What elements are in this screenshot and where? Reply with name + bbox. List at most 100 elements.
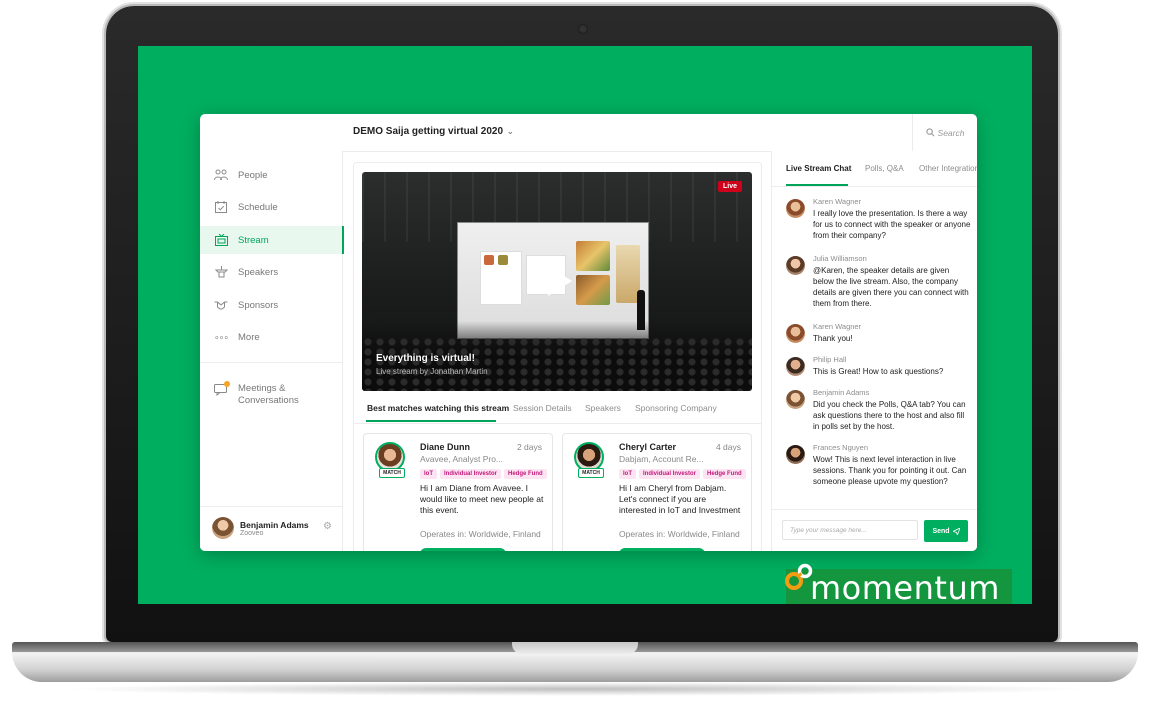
chat-bubble-icon [214, 381, 230, 397]
sidebar-item-schedule[interactable]: Schedule [200, 193, 342, 221]
camera [578, 24, 588, 34]
chat-text: @Karen, the speaker details are given be… [813, 266, 969, 308]
match-tags: IoT Individual Investor Hedge Fund [420, 467, 552, 479]
video-title: Everything is virtual! [376, 353, 475, 364]
live-badge: Live [717, 181, 742, 192]
slide-image [484, 255, 494, 265]
video-player[interactable]: Live Everything is virtual! Live stream … [362, 172, 752, 391]
avatar [786, 390, 805, 409]
chat-author: Benjamin Adams [813, 388, 870, 397]
match-time: 2 days [516, 442, 542, 452]
sidebar-item-meetings[interactable]: Meetings & Conversations [214, 381, 299, 407]
slide-image [576, 241, 610, 271]
app-window: DEMO Saija getting virtual 2020 ⌄ Search … [200, 114, 977, 551]
tag: Individual Investor [639, 469, 701, 479]
match-message: Hi I am Diane from Avavee. I would like … [420, 483, 544, 515]
sidebar-divider [200, 506, 342, 507]
avatar [786, 357, 805, 376]
chevron-down-icon: ⌄ [507, 127, 514, 136]
more-dots-icon: ∘∘∘ [214, 331, 229, 342]
tv-icon [214, 233, 228, 247]
tab-live-stream-chat[interactable]: Live Stream Chat [786, 164, 851, 173]
match-role: Avavee, Analyst Pro... [420, 454, 503, 464]
chat-author: Philip Hall [813, 355, 847, 364]
tab-best-matches[interactable]: Best matches watching this stream [367, 403, 509, 413]
avatar [786, 445, 805, 464]
play-icon[interactable] [537, 260, 579, 302]
chat-tabs: Live Stream Chat Polls, Q&A Other Integr… [772, 151, 977, 187]
send-button[interactable]: Send [924, 520, 968, 542]
match-name: Cheryl Carter [619, 442, 677, 452]
tab-speakers[interactable]: Speakers [585, 403, 621, 413]
chat-input-bar: Type your message here... Send [772, 509, 977, 551]
event-title-dropdown[interactable]: DEMO Saija getting virtual 2020 ⌄ [353, 126, 514, 137]
slide-image [576, 275, 610, 305]
tab-session-details[interactable]: Session Details [513, 403, 572, 413]
user-name: Benjamin Adams [240, 519, 309, 530]
search-icon [925, 128, 935, 137]
search-label: Search [937, 127, 965, 138]
slide-image [498, 255, 508, 265]
gear-icon[interactable]: ⚙ [323, 521, 332, 532]
match-time: 4 days [715, 442, 741, 452]
send-label: Send [932, 527, 950, 535]
brand-logo-banner: momentum [785, 563, 1012, 604]
meetings-label-line2: Conversations [238, 395, 299, 406]
chat-text: Thank you! [813, 334, 853, 343]
match-badge: MATCH [578, 468, 604, 478]
sidebar-item-more[interactable]: ∘∘∘ More [200, 323, 342, 351]
search-button[interactable]: Search [912, 114, 977, 151]
calendar-icon [214, 200, 228, 214]
laptop-shadow [60, 682, 1090, 696]
tab-polls-qa[interactable]: Polls, Q&A [865, 164, 904, 173]
chat-author: Frances Nguyen [813, 443, 869, 452]
match-tags: IoT Individual Investor Hedge Fund [619, 467, 751, 479]
chat-message-input[interactable]: Type your message here... [782, 520, 918, 540]
sidebar-item-speakers[interactable]: Speakers [200, 258, 342, 286]
tag: Hedge Fund [504, 469, 547, 479]
send-icon [952, 527, 960, 535]
people-icon [214, 168, 228, 182]
tab-sponsoring-company[interactable]: Sponsoring Company [635, 403, 717, 413]
handshake-icon [214, 298, 228, 312]
chat-author: Karen Wagner [813, 322, 862, 331]
sidebar-divider [200, 362, 342, 363]
match-badge: MATCH [379, 468, 405, 478]
match-card[interactable]: MATCH Cheryl Carter 4 days Dabjam, Accou… [562, 433, 752, 551]
match-name: Diane Dunn [420, 442, 471, 452]
laptop-lid: DEMO Saija getting virtual 2020 ⌄ Search … [106, 6, 1058, 642]
sidebar-item-label: Sponsors [238, 299, 279, 311]
match-message: Hi I am Cheryl from Dabjam. Let's connec… [619, 483, 741, 515]
meetings-label-line1: Meetings & [238, 383, 286, 394]
chat-text: Wow! This is next level interaction in l… [813, 455, 967, 486]
sidebar-item-label: People [238, 169, 268, 181]
chat-author: Karen Wagner [813, 197, 862, 206]
chat-text: I really love the presentation. Is there… [813, 209, 971, 240]
avatar [212, 517, 234, 539]
match-card[interactable]: MATCH Diane Dunn 2 days Avavee, Analyst … [363, 433, 553, 551]
sidebar-item-label: More [238, 331, 260, 343]
chat-text: Did you check the Polls, Q&A tab? You ca… [813, 400, 966, 431]
sidebar-item-label: Schedule [238, 201, 278, 213]
sidebar-item-people[interactable]: People [200, 161, 342, 189]
connect-button[interactable] [619, 548, 705, 551]
chat-author: Julia Williamson [813, 254, 867, 263]
sidebar-item-stream[interactable]: Stream [200, 226, 344, 254]
sidebar-item-sponsors[interactable]: Sponsors [200, 291, 342, 319]
avatar [786, 199, 805, 218]
connect-button[interactable] [420, 548, 506, 551]
match-operates: Operates in: Worldwide, Finland [420, 529, 541, 539]
tab-other-integrations[interactable]: Other Integrations [919, 164, 977, 173]
active-tab-indicator [786, 184, 848, 186]
tag: IoT [420, 469, 437, 479]
chat-panel: Live Stream Chat Polls, Q&A Other Integr… [771, 151, 977, 551]
sidebar: People Schedule Stream Speakers Sponsors… [200, 151, 344, 551]
main-panel: Live Everything is virtual! Live stream … [353, 162, 762, 551]
notification-dot [224, 381, 230, 387]
laptop-screen: DEMO Saija getting virtual 2020 ⌄ Search … [138, 46, 1032, 604]
tag: Hedge Fund [703, 469, 746, 479]
laptop-base [12, 642, 1138, 682]
avatar [786, 256, 805, 275]
user-profile[interactable]: Benjamin Adams Zooveo ⚙ [212, 516, 332, 540]
video-subtitle: Live stream by Jonathan Martin [376, 367, 488, 376]
